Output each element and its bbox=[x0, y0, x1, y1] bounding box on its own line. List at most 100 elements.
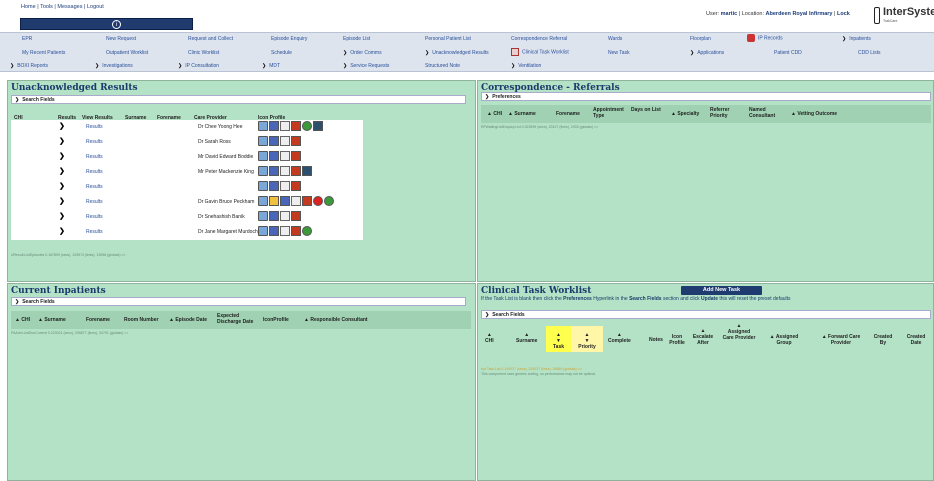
preferences-link[interactable]: Preferences bbox=[563, 296, 592, 302]
tube-icon[interactable] bbox=[280, 166, 290, 176]
book-icon[interactable] bbox=[258, 196, 268, 206]
menu-request-and-collect[interactable]: Request and Collect bbox=[188, 36, 233, 42]
menu-correspondence-referral[interactable]: Correspondence Referral bbox=[511, 36, 567, 42]
person-icon[interactable] bbox=[269, 136, 279, 146]
location-name[interactable]: Aberdeen Royal Infirmary bbox=[766, 11, 833, 17]
table-row[interactable]: ❯ Results Dr Sarah Ross bbox=[11, 135, 363, 148]
book-icon[interactable] bbox=[258, 166, 268, 176]
dark-icon[interactable] bbox=[313, 121, 323, 131]
results-link[interactable]: Results bbox=[86, 229, 103, 235]
col-surname[interactable]: ▲ Surname bbox=[38, 317, 66, 323]
menu-order-comms[interactable]: ❯ Order Comms bbox=[343, 50, 382, 56]
leaf-icon[interactable] bbox=[302, 226, 312, 236]
messages-link[interactable]: Messages bbox=[57, 4, 82, 10]
menu-investigations[interactable]: ❯ Investigations bbox=[95, 63, 133, 69]
table-row[interactable]: ❯ Results Mr David Edward Boddie bbox=[11, 150, 363, 163]
expand-chevron-icon[interactable]: ❯ bbox=[59, 137, 65, 145]
col-vetting-outcome[interactable]: ▲ Vetting Outcome bbox=[791, 111, 837, 117]
grid-icon[interactable] bbox=[291, 181, 301, 191]
person-icon[interactable] bbox=[269, 226, 279, 236]
person-icon[interactable] bbox=[269, 121, 279, 131]
results-link[interactable]: Results bbox=[86, 184, 103, 190]
col-episode-date[interactable]: ▲ Episode Date bbox=[169, 317, 207, 323]
menu-structured-note[interactable]: Structured Note bbox=[425, 63, 460, 69]
menu-patient-cdd[interactable]: Patient CDD bbox=[774, 50, 802, 56]
menu-schedule[interactable]: Schedule bbox=[271, 50, 292, 56]
col-named-consultant[interactable]: Named Consultant bbox=[749, 107, 783, 119]
col-task[interactable]: ▲ ▼ Task bbox=[546, 326, 571, 352]
table-row[interactable]: ❯ Results Mr Peter Mackenzie King bbox=[11, 165, 363, 178]
search-fields-toggle[interactable]: ❯ Search Fields bbox=[11, 297, 466, 306]
menu-mdt[interactable]: ❯ MDT bbox=[262, 63, 280, 69]
results-link[interactable]: Results bbox=[86, 139, 103, 145]
tube-icon[interactable] bbox=[280, 151, 290, 161]
person-icon[interactable] bbox=[280, 196, 290, 206]
menu-outpatient-worklist[interactable]: Outpatient Worklist bbox=[106, 50, 148, 56]
stop-icon[interactable] bbox=[313, 196, 323, 206]
menu-episode-enquiry[interactable]: Episode Enquiry bbox=[271, 36, 307, 42]
menu-wards[interactable]: Wards bbox=[608, 36, 622, 42]
col-days-on-list[interactable]: Days on List bbox=[631, 107, 661, 113]
grid-icon[interactable] bbox=[291, 121, 301, 131]
menu-new-task[interactable]: New Task bbox=[608, 50, 630, 56]
book-icon[interactable] bbox=[258, 121, 268, 131]
expand-chevron-icon[interactable]: ❯ bbox=[59, 167, 65, 175]
search-fields-toggle[interactable]: ❯ Search Fields bbox=[481, 310, 931, 319]
tube-icon[interactable] bbox=[291, 196, 301, 206]
expand-chevron-icon[interactable]: ❯ bbox=[59, 197, 65, 205]
menu-applications[interactable]: ❯ Applications bbox=[690, 50, 724, 56]
table-row[interactable]: ❯ Results bbox=[11, 180, 363, 193]
person-icon[interactable] bbox=[269, 211, 279, 221]
col-assigned-care-provider[interactable]: ▲ Assigned Care Provider bbox=[722, 323, 756, 341]
table-row[interactable]: ❯ Results Dr Chee Yoong Hee bbox=[11, 120, 363, 133]
nurse-icon[interactable] bbox=[269, 196, 279, 206]
book-icon[interactable] bbox=[258, 136, 268, 146]
col-forename[interactable]: Forename bbox=[556, 111, 580, 117]
dark-icon[interactable] bbox=[302, 166, 312, 176]
menu-ip-records[interactable]: IP Records bbox=[747, 34, 783, 42]
results-link[interactable]: Results bbox=[86, 154, 103, 160]
menu-ventilation[interactable]: ❯ Ventilation bbox=[511, 63, 541, 69]
menu-unacknowledged-results[interactable]: ❯ Unacknowledged Results bbox=[425, 50, 489, 56]
preferences-toggle[interactable]: ❯ Preferences bbox=[481, 92, 931, 101]
col-room-number[interactable]: Room Number bbox=[124, 317, 158, 323]
menu-new-request[interactable]: New Request bbox=[106, 36, 136, 42]
tube-icon[interactable] bbox=[280, 181, 290, 191]
col-notes[interactable]: Notes bbox=[649, 337, 663, 343]
tube-icon[interactable] bbox=[280, 226, 290, 236]
expand-chevron-icon[interactable]: ❯ bbox=[59, 182, 65, 190]
col-complete[interactable]: ▲ Complete bbox=[608, 332, 631, 344]
table-row[interactable]: ❯ Results Dr Snehashish Banik bbox=[11, 210, 363, 223]
leaf-icon[interactable] bbox=[302, 121, 312, 131]
col-specialty[interactable]: ▲ Specialty bbox=[671, 111, 699, 117]
expand-chevron-icon[interactable]: ❯ bbox=[59, 152, 65, 160]
menu-clinic-worklist[interactable]: Clinic Worklist bbox=[188, 50, 219, 56]
col-expected-discharge-date[interactable]: Expected Discharge Date bbox=[217, 313, 259, 325]
results-link[interactable]: Results bbox=[86, 214, 103, 220]
menu-episode-list[interactable]: Episode List bbox=[343, 36, 370, 42]
grid-icon[interactable] bbox=[291, 211, 301, 221]
grid-icon[interactable] bbox=[291, 136, 301, 146]
person-icon[interactable] bbox=[269, 151, 279, 161]
tube-icon[interactable] bbox=[280, 211, 290, 221]
tube-icon[interactable] bbox=[280, 136, 290, 146]
info-icon[interactable]: i bbox=[112, 20, 121, 29]
menu-service-requests[interactable]: ❯ Service Requests bbox=[343, 63, 389, 69]
book-icon[interactable] bbox=[258, 181, 268, 191]
grid-icon[interactable] bbox=[291, 166, 301, 176]
person-icon[interactable] bbox=[269, 181, 279, 191]
col-icon-profile[interactable]: Icon Profile bbox=[668, 334, 686, 346]
col-created-date[interactable]: Created Date bbox=[901, 334, 931, 346]
search-fields-toggle[interactable]: ❯ Search Fields bbox=[11, 95, 466, 104]
menu-my-recent-patients[interactable]: My Recent Patients bbox=[22, 50, 65, 56]
table-row[interactable]: ❯ Results Dr Gavin Bruce Peckham bbox=[11, 195, 363, 208]
expand-chevron-icon[interactable]: ❯ bbox=[59, 212, 65, 220]
menu-cdd-lists[interactable]: CDD Lists bbox=[858, 50, 881, 56]
expand-chevron-icon[interactable]: ❯ bbox=[59, 227, 65, 235]
book-icon[interactable] bbox=[258, 211, 268, 221]
menu-ip-consultation[interactable]: ❯ IP Consultation bbox=[178, 63, 219, 69]
col-surname[interactable]: ▲ Surname bbox=[516, 332, 537, 344]
menu-clinical-task-worklist[interactable]: Clinical Task Worklist bbox=[511, 48, 569, 56]
grid-icon[interactable] bbox=[291, 226, 301, 236]
menu-personal-patient-list[interactable]: Personal Patient List bbox=[425, 36, 471, 42]
